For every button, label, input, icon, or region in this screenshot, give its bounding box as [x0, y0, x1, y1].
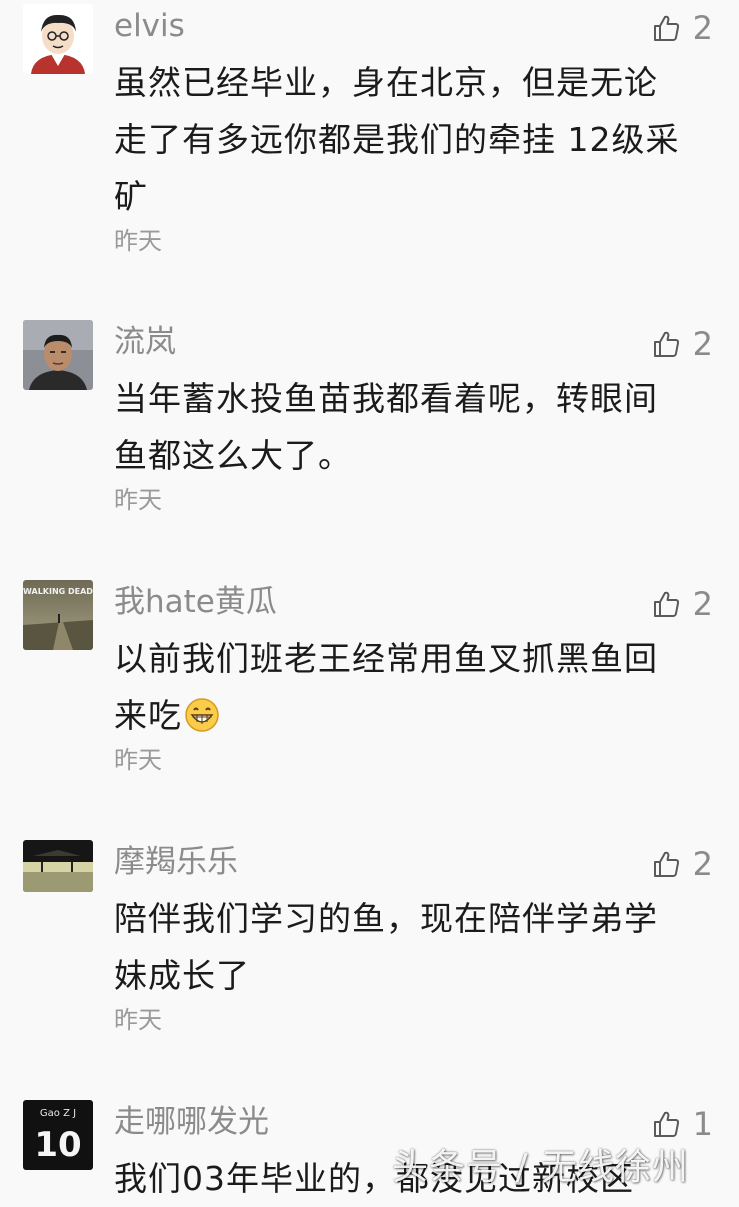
- username[interactable]: 摩羯乐乐: [114, 840, 238, 884]
- avatar[interactable]: [23, 4, 93, 74]
- comment-line: 妹成长了: [114, 956, 250, 995]
- walking-dead-avatar-icon: WALKING DEAD: [23, 580, 93, 650]
- avatar[interactable]: [23, 840, 93, 892]
- like-count: 2: [692, 585, 713, 623]
- avatar-text: WALKING DEAD: [23, 587, 93, 596]
- comment-line: 当年蓄水投鱼苗我都看着呢，转眼间: [114, 379, 658, 418]
- comment-line: 陪伴我们学习的鱼，现在陪伴学弟学: [114, 899, 658, 938]
- man-photo-avatar-icon: [23, 320, 93, 390]
- comment-text: 当年蓄水投鱼苗我都看着呢，转眼间 鱼都这么大了。: [114, 370, 714, 484]
- landscape-avatar-icon: [23, 840, 93, 892]
- comment-text: 虽然已经毕业，身在北京，但是无论 走了有多远你都是我们的牵挂 12级采 矿: [114, 54, 714, 225]
- comment-line: 鱼都这么大了。: [114, 436, 352, 475]
- comment-line: 来吃: [114, 687, 714, 744]
- comment-line: 矿: [114, 177, 148, 216]
- like-button[interactable]: 2: [651, 842, 713, 886]
- comment-text: 以前我们班老王经常用鱼叉抓黑鱼回 来吃: [114, 630, 714, 744]
- jersey-avatar-icon: Gao Z J 10: [23, 1100, 93, 1170]
- like-count: 1: [692, 1105, 713, 1143]
- watermark: 头条号 / 无线徐州: [392, 1147, 690, 1188]
- avatar-text-top: Gao Z J: [40, 1108, 76, 1119]
- comment-line: 以前我们班老王经常用鱼叉抓黑鱼回: [114, 639, 658, 678]
- timestamp: 昨天: [114, 227, 162, 255]
- avatar[interactable]: Gao Z J 10: [23, 1100, 93, 1170]
- like-count: 2: [692, 9, 713, 47]
- comment-line-text: 来吃: [114, 696, 182, 735]
- thumbs-up-icon: [653, 851, 679, 877]
- timestamp: 昨天: [114, 746, 162, 774]
- like-count: 2: [692, 325, 713, 363]
- comment-text: 陪伴我们学习的鱼，现在陪伴学弟学 妹成长了: [114, 890, 714, 1004]
- thumbs-up-icon: [653, 15, 679, 41]
- username[interactable]: 流岚: [114, 320, 176, 364]
- comment-line: 走了有多远你都是我们的牵挂 12级采: [114, 120, 680, 159]
- avatar-text-number: 10: [34, 1125, 81, 1165]
- like-button[interactable]: 2: [651, 6, 713, 50]
- timestamp: 昨天: [114, 1006, 162, 1034]
- avatar[interactable]: [23, 320, 93, 390]
- thumbs-up-icon: [653, 331, 679, 357]
- timestamp: 昨天: [114, 486, 162, 514]
- username[interactable]: 我hate黄瓜: [114, 580, 277, 624]
- comment-line: 虽然已经毕业，身在北京，但是无论: [114, 63, 658, 102]
- grinning-face-emoji-icon: [185, 698, 219, 732]
- like-button[interactable]: 2: [651, 322, 713, 366]
- like-count: 2: [692, 845, 713, 883]
- like-button[interactable]: 2: [651, 582, 713, 626]
- cartoon-boy-avatar-icon: [23, 4, 93, 74]
- username[interactable]: 走哪哪发光: [114, 1100, 269, 1144]
- thumbs-up-icon: [653, 1111, 679, 1137]
- username[interactable]: elvis: [114, 4, 185, 48]
- avatar[interactable]: WALKING DEAD: [23, 580, 93, 650]
- thumbs-up-icon: [653, 591, 679, 617]
